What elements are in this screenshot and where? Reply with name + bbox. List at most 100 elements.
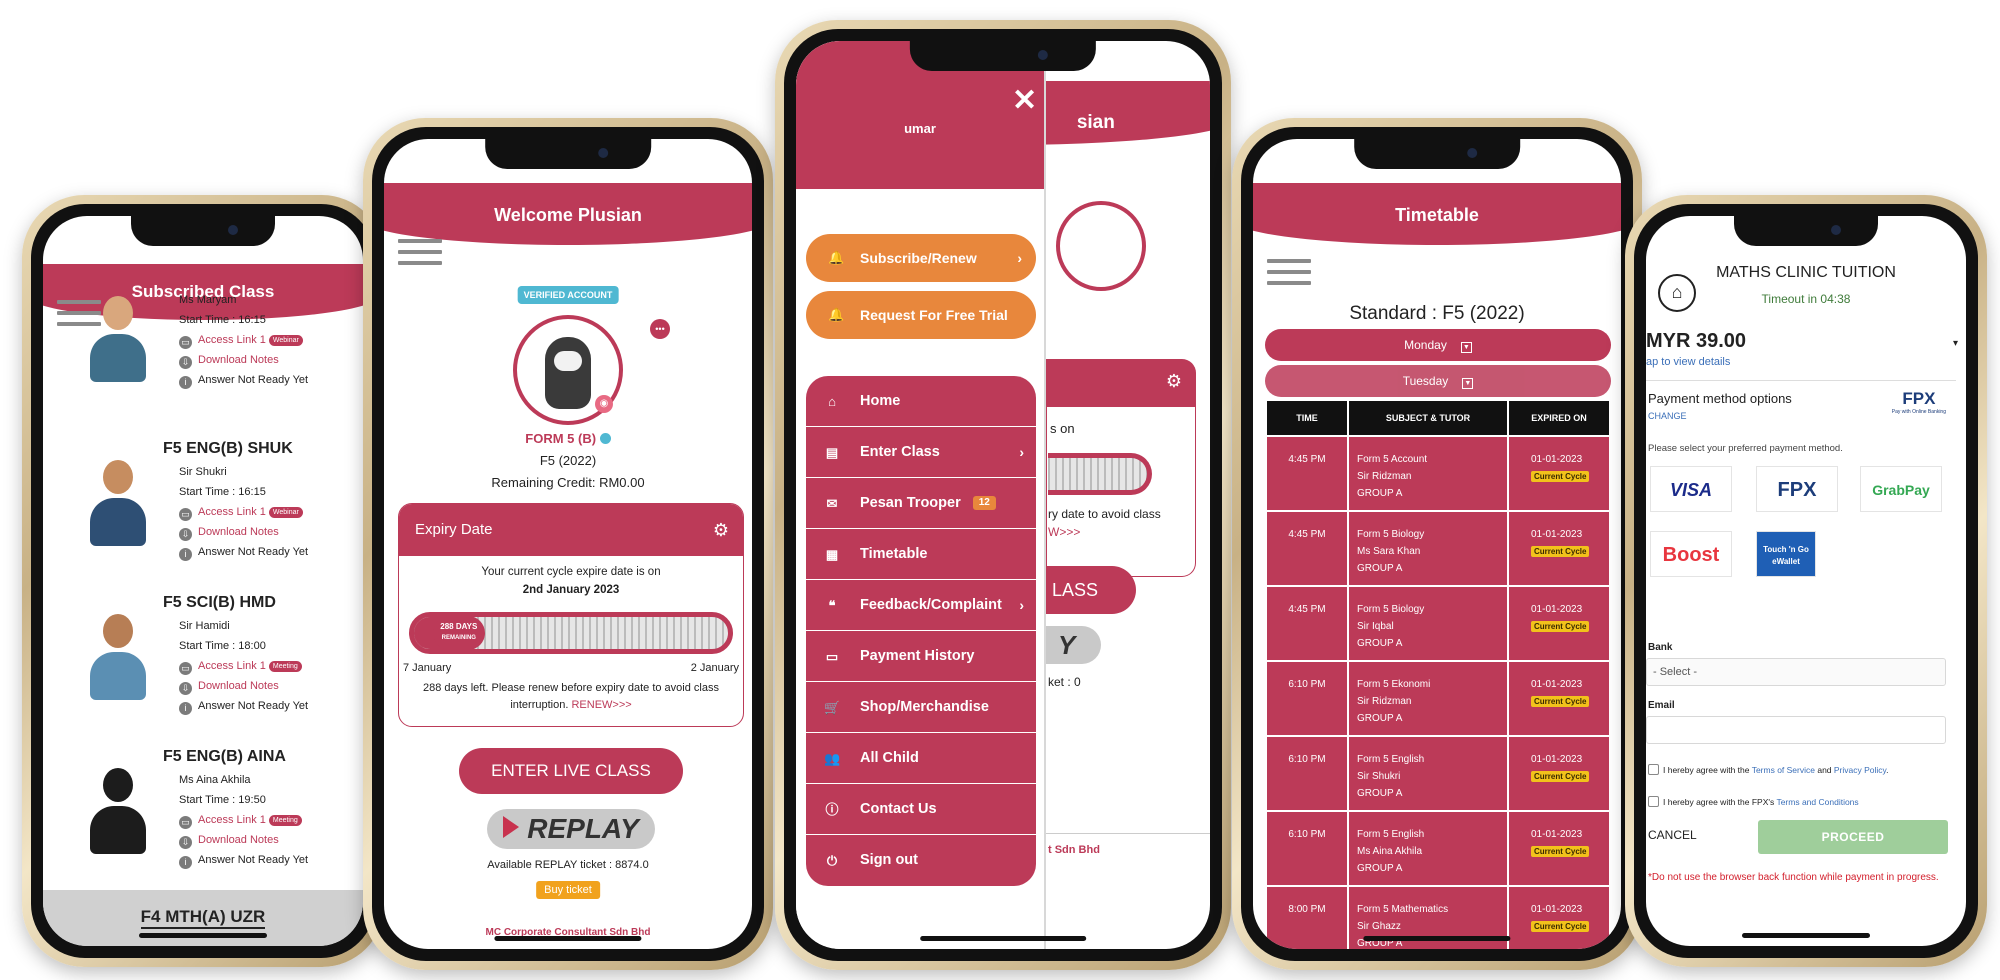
standard-label: Standard : F5 (2022): [1349, 303, 1525, 324]
hamburger-menu-icon[interactable]: [398, 239, 442, 272]
divider: [1036, 833, 1210, 834]
fpx-option[interactable]: FPX: [1756, 466, 1838, 512]
class-card: F5 ENG(B) AINA Ms Aina Akhila Start Time…: [55, 748, 363, 870]
avatar[interactable]: ◉: [513, 315, 623, 425]
cloud-download-icon: ⇩: [179, 836, 192, 849]
enter-live-class-button[interactable]: LASS: [1046, 566, 1136, 614]
touchngo-option[interactable]: Touch 'n Go eWallet: [1756, 531, 1816, 577]
hamburger-menu-icon[interactable]: [1267, 259, 1311, 292]
class-title: F4 MTH(A) UZR: [140, 907, 266, 929]
table-row[interactable]: 4:45 PM Form 5 Biology Sir Iqbal GROUP A 01-…: [1265, 585, 1611, 662]
download-notes-link[interactable]: ⇩ Download Notes: [179, 830, 363, 850]
phone-notch: [1354, 139, 1520, 169]
info-icon: i: [179, 702, 192, 715]
checkbox[interactable]: [1648, 764, 1659, 775]
current-cycle-badge: Current Cycle: [1531, 846, 1590, 857]
boost-option[interactable]: Boost: [1650, 531, 1732, 577]
merchant-name: MATHS CLINIC TUITION: [1716, 264, 1896, 281]
laptop-icon: ▭: [179, 508, 192, 521]
webinar-tag: Webinar: [268, 335, 303, 346]
table-row[interactable]: 6:10 PM Form 5 English Ms Aina Akhila GROUP…: [1265, 810, 1611, 887]
menu-item-pesan-trooper[interactable]: ✉ Pesan Trooper 12: [806, 478, 1036, 529]
camera-dot: [597, 148, 608, 158]
renew-link[interactable]: RENEW>>>: [571, 699, 631, 711]
side-drawer: umar 🔔 Subscribe/Renew › 🔔 Request For Free…: [796, 41, 1046, 949]
cycle-date: 2nd January 2023: [522, 584, 620, 596]
class-card: F5 SCI(B) HMD Sir Hamidi Start Time : 18…: [55, 594, 363, 716]
agree-terms-checkbox[interactable]: I hereby agree with the Terms of Service…: [1648, 764, 1889, 775]
menu-item-contact-us[interactable]: ⓘ Contact Us: [806, 784, 1036, 835]
buy-ticket-button[interactable]: Buy ticket: [536, 881, 600, 899]
days-remaining-knob: 288 DAYS REMAINING: [432, 616, 485, 650]
gear-icon[interactable]: ⚙: [1166, 371, 1182, 392]
menu-item-feedback[interactable]: ❝ Feedback/Complaint ›: [806, 580, 1036, 631]
cancel-button[interactable]: CANCEL: [1648, 828, 1697, 842]
enter-live-class-button[interactable]: ENTER LIVE CLASS: [459, 748, 683, 794]
table-header-row: TIME SUBJECT & TUTOR EXPIRED ON: [1265, 399, 1611, 437]
phone-bezel: Welcome Plusian VERIFIED ACCOUNT ◉ ••• F…: [372, 127, 764, 961]
replay-button[interactable]: Y: [1046, 626, 1101, 664]
checkbox[interactable]: [1648, 796, 1659, 807]
table-row[interactable]: 6:10 PM Form 5 Ekonomi Sir Ridzman GROUP A0…: [1265, 660, 1611, 737]
class-card: Ms Maryam Start Time : 16:15 ▭ Access Lin…: [55, 290, 363, 390]
drawer-menu: ⌂ Home ▤ Enter Class › ✉ Pesan Trooper 12 ▦ Ti…: [806, 376, 1036, 886]
tutor-name: Sir Hamidi: [179, 620, 230, 632]
home-icon[interactable]: ⌂: [1658, 274, 1696, 312]
download-notes-link[interactable]: ⇩ Download Notes: [179, 676, 363, 696]
camera-icon[interactable]: ◉: [595, 395, 613, 413]
phone-notch: [131, 216, 275, 246]
book-icon: ▤: [825, 445, 839, 460]
gear-icon[interactable]: ⚙: [713, 504, 729, 556]
change-link[interactable]: CHANGE: [1648, 411, 1687, 421]
view-details-link[interactable]: ap to view details: [1646, 356, 1730, 368]
page-title: Timetable: [1253, 183, 1621, 245]
chevron-down-icon: ▼: [1462, 378, 1474, 389]
close-icon[interactable]: ✕: [1012, 83, 1037, 118]
power-icon: ⏻: [826, 853, 838, 868]
replay-button[interactable]: REPLAY: [487, 809, 655, 849]
grabpay-option[interactable]: GrabPay: [1860, 466, 1942, 512]
menu-item-timetable[interactable]: ▦ Timetable: [806, 529, 1036, 580]
home-indicator: [494, 936, 642, 941]
menu-item-all-child[interactable]: 👥 All Child: [806, 733, 1036, 784]
table-row[interactable]: 4:45 PM Form 5 Biology Ms Sara Khan GROUP A…: [1265, 510, 1611, 587]
table-row[interactable]: 4:45 PM Form 5 Account Sir Ridzman GROUP A0…: [1265, 435, 1611, 512]
phone-notch: [909, 41, 1097, 71]
menu-item-enter-class[interactable]: ▤ Enter Class ›: [806, 427, 1036, 478]
access-link[interactable]: ▭ Access Link 1 Webinar: [179, 330, 363, 350]
user-name: umar: [904, 121, 936, 136]
visa-option[interactable]: VISA: [1650, 466, 1732, 512]
home-indicator: [920, 936, 1086, 941]
menu-item-home[interactable]: ⌂ Home: [806, 376, 1036, 427]
footer-company: t Sdn Bhd: [1048, 844, 1100, 856]
menu-item-payment-history[interactable]: ▭ Payment History: [806, 631, 1036, 682]
chevron-down-icon[interactable]: ▾: [1953, 338, 1958, 349]
agree-fpx-checkbox[interactable]: I hereby agree with the FPX's Terms and …: [1648, 796, 1859, 807]
payment-methods-panel: Payment method options CHANGE FPX Pay wit…: [1646, 380, 1956, 622]
chat-icon[interactable]: •••: [650, 319, 670, 339]
bank-select[interactable]: - Select -: [1646, 658, 1946, 686]
access-link[interactable]: ▭ Access Link 1 Webinar: [179, 502, 363, 522]
access-link[interactable]: ▭ Access Link 1 Meeting: [179, 810, 363, 830]
tutor-name: Ms Aina Akhila: [179, 774, 251, 786]
download-notes-link[interactable]: ⇩ Download Notes: [179, 522, 363, 542]
day-dropdown-tuesday[interactable]: Tuesday ▼: [1265, 365, 1611, 397]
phone-bezel: Subscribed Class Ms Maryam Start Time : …: [31, 204, 375, 958]
page-title: Welcome Plusian: [384, 183, 752, 245]
renew-link-fragment[interactable]: W>>>: [1048, 525, 1080, 539]
cloud-download-icon: ⇩: [179, 528, 192, 541]
day-dropdown-monday[interactable]: Monday ▼: [1265, 329, 1611, 361]
proceed-button[interactable]: PROCEED: [1758, 820, 1948, 854]
laptop-icon: ▭: [179, 336, 192, 349]
bank-label: Bank: [1648, 642, 1673, 653]
free-trial-button[interactable]: 🔔 Request For Free Trial: [806, 291, 1036, 339]
subscribe-renew-button[interactable]: 🔔 Subscribe/Renew ›: [806, 234, 1036, 282]
menu-item-sign-out[interactable]: ⏻ Sign out: [806, 835, 1036, 886]
cloud-download-icon: ⇩: [179, 682, 192, 695]
current-cycle-badge: Current Cycle: [1531, 546, 1590, 557]
download-notes-link[interactable]: ⇩ Download Notes: [179, 350, 363, 370]
email-field[interactable]: [1646, 716, 1946, 744]
menu-item-shop[interactable]: 🛒 Shop/Merchandise: [806, 682, 1036, 733]
table-row[interactable]: 6:10 PM Form 5 English Sir Shukri GROUP A 01…: [1265, 735, 1611, 812]
access-link[interactable]: ▭ Access Link 1 Meeting: [179, 656, 363, 676]
